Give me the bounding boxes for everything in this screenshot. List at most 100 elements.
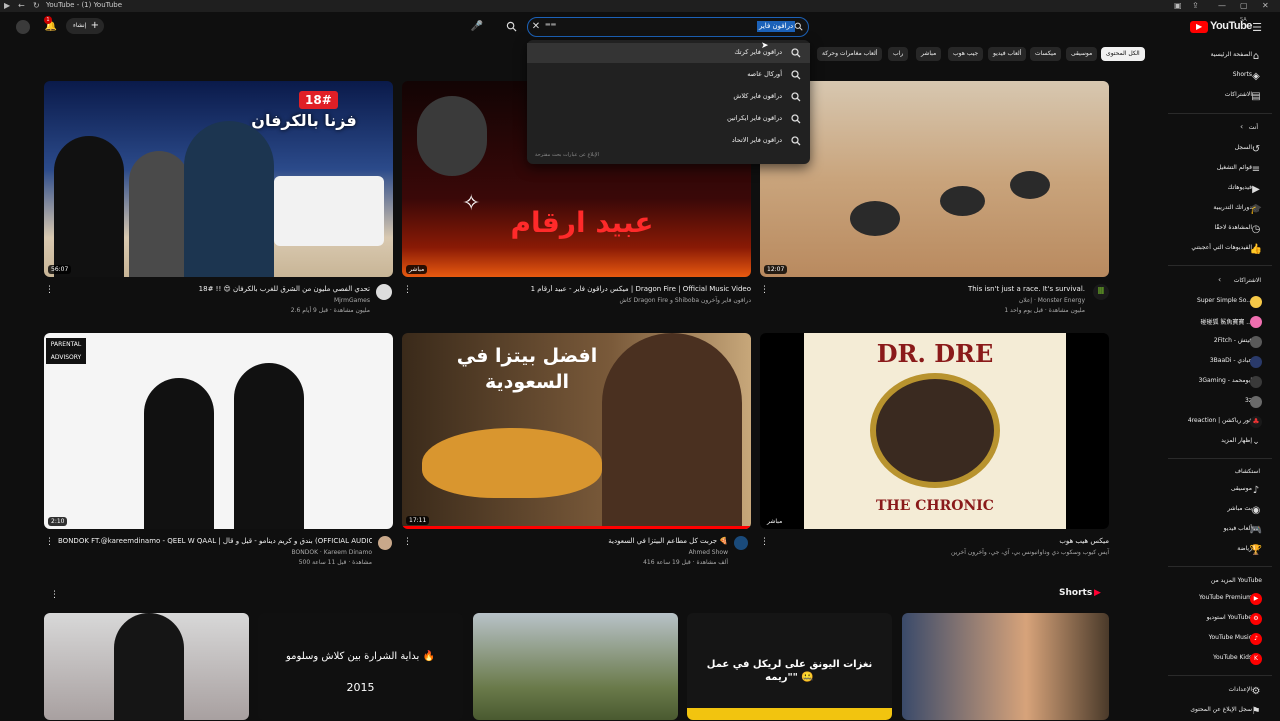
short-thumbnail[interactable]: بداية الشرارة بين كلاش وسلومو 🔥 2015 — [258, 613, 463, 720]
video-title[interactable]: ميكس دراقون فاير - عبيد أرقام 1 | Dragon… — [416, 285, 751, 293]
account-avatar[interactable] — [16, 20, 30, 34]
sidebar-item-subscriptions[interactable]: الاشتراكات ▤ — [1160, 86, 1280, 106]
channel-name[interactable]: كاش Dragon Fire و Shiboba دراقون فاير وآ… — [416, 297, 751, 304]
report-suggestions-link[interactable]: الإبلاغ عن عبارات بحث مقترحة — [535, 152, 599, 158]
sidebar-show-more[interactable]: إظهار المزيد ⌄ — [1160, 432, 1280, 452]
more-actions-icon[interactable]: ⋮ — [403, 285, 412, 295]
video-thumbnail[interactable]: DR. DRE THE CHRONIC مباشر — [760, 333, 1109, 529]
channel-avatar[interactable] — [378, 536, 392, 550]
back-icon[interactable]: ← — [18, 1, 25, 11]
more-actions-icon[interactable]: ⋮ — [45, 285, 54, 295]
maximize-icon[interactable]: ▢ — [1240, 1, 1248, 11]
sidebar-item-music[interactable]: موسيقى ♪ — [1160, 480, 1280, 500]
channel-name[interactable]: آيس كيوب وسكوب دي وداوانبونس بي، آي، جي،… — [775, 549, 1109, 556]
suggestion-item[interactable]: دراقون فاير ايكراتين — [527, 109, 810, 129]
sidebar-item-sports[interactable]: رياضة 🏆 — [1160, 540, 1280, 560]
sidebar-item-label: قوائم التشغيل — [1216, 164, 1252, 171]
thumb-caption: عبيد ارقام — [510, 206, 654, 239]
channel-avatar[interactable]: Ⅲ — [1093, 284, 1109, 300]
extension-icon[interactable]: ▣ — [1174, 1, 1182, 11]
channel-name[interactable]: BONDOK · Kareem Dinamo — [58, 549, 372, 556]
shorts-more-icon[interactable]: ⋮ — [50, 590, 59, 600]
short-thumbnail[interactable] — [902, 613, 1109, 720]
sidebar-item-your-videos[interactable]: فيديوهاتك ▶ — [1160, 179, 1280, 199]
suggestion-text: دراقون فاير كرتك — [734, 48, 782, 56]
close-window-icon[interactable]: ✕ — [1262, 1, 1269, 11]
suggestion-item[interactable]: أوركال عاصه — [527, 65, 810, 85]
short-thumbnail[interactable]: نغزات اليونق على لريكل في عمل "ريمه" 🤐 — [687, 613, 892, 720]
sidebar-item-gaming[interactable]: ألعاب فيديو 🎮 — [1160, 520, 1280, 540]
channel-avatar[interactable] — [734, 536, 748, 550]
channel-name[interactable]: MjrmGames — [60, 297, 370, 304]
sidebar-item-home[interactable]: الصفحة الرئيسية ⌂ — [1160, 46, 1280, 66]
video-thumbnail[interactable]: افضل بيتزا في السعودية 17:11 — [402, 333, 751, 529]
minimize-icon[interactable]: — — [1218, 1, 1226, 11]
chip-mixes[interactable]: ميكسات — [1030, 47, 1062, 61]
suggestion-item[interactable]: دراقون فاير الاتحاد — [527, 131, 810, 151]
share-icon[interactable]: ⇪ — [1192, 1, 1199, 11]
sidebar-item-channel[interactable]: 3BaaDi - عبادي — [1160, 352, 1280, 372]
sidebar-item-watch-later[interactable]: المشاهدة لاحقًا ◷ — [1160, 219, 1280, 239]
create-button[interactable]: إنشاء + — [66, 18, 104, 34]
video-title[interactable]: تحدي الفصي مليون من الشرق للغرب بالكرفان… — [60, 285, 370, 293]
channel-name[interactable]: إعلان · Monster Energy — [775, 297, 1085, 304]
album-title-text: THE CHRONIC — [876, 498, 994, 514]
more-actions-icon[interactable]: ⋮ — [45, 537, 54, 547]
plus-icon: + — [90, 20, 99, 31]
voice-search-icon[interactable]: 🎤 — [470, 19, 484, 33]
sidebar-item-courses[interactable]: دوراتك التدريبية 🎓 — [1160, 199, 1280, 219]
channel-name[interactable]: Ahmed Show — [416, 549, 728, 556]
menu-icon[interactable]: ☰ — [1250, 20, 1264, 34]
sidebar-item-playlists[interactable]: قوائم التشغيل ≡ — [1160, 159, 1280, 179]
search-field-icon[interactable] — [792, 20, 804, 32]
chip-rap[interactable]: راب — [888, 47, 909, 61]
sidebar-subscriptions-header[interactable]: الاشتراكات — [1234, 277, 1261, 284]
sidebar-item-history[interactable]: السجل ↺ — [1160, 139, 1280, 159]
sidebar-item-report-history[interactable]: سجل الإبلاغ عن المحتوى ⚑ — [1160, 701, 1280, 721]
suggestion-item[interactable]: دراقون فاير كلاش — [527, 87, 810, 107]
chip-action-games[interactable]: ألعاب مغامرات وحركة — [817, 47, 883, 61]
search-icon[interactable] — [504, 19, 518, 33]
sidebar-you-header[interactable]: أنت — [1249, 124, 1258, 131]
sidebar-item-kids[interactable]: YouTube Kids K — [1160, 649, 1280, 669]
chip-hiphop[interactable]: جيب هوب — [948, 47, 984, 61]
video-thumbnail[interactable]: PARENTAL ADVISORY 2:10 — [44, 333, 393, 529]
person-illustration — [54, 136, 124, 277]
chip-games[interactable]: ألعاب فيديو — [988, 47, 1027, 61]
sidebar-item-channel[interactable]: 3z — [1160, 392, 1280, 412]
live-badge: مباشر — [406, 265, 428, 274]
sidebar-item-live[interactable]: بث مباشر ◉ — [1160, 500, 1280, 520]
more-actions-icon[interactable]: ⋮ — [760, 285, 769, 295]
video-thumbnail[interactable]: 12:07 — [760, 81, 1109, 277]
video-title[interactable]: ميكس هيب هوب — [775, 537, 1109, 545]
short-thumbnail[interactable] — [44, 613, 249, 720]
short-thumbnail[interactable] — [473, 613, 678, 720]
sidebar-item-settings[interactable]: الإعدادات ⚙ — [1160, 681, 1280, 701]
youtube-premium-icon: ▶ — [1250, 593, 1262, 605]
sidebar-item-premium[interactable]: YouTube Premium ▶ — [1160, 589, 1280, 609]
youtube-logo-icon[interactable]: ▶ — [1190, 21, 1208, 33]
video-title[interactable]: BONDOK FT.@kareemdinamo - QEEL W QAAL | … — [58, 537, 372, 545]
sidebar-item-channel[interactable]: 3Gaming - ابومحمد — [1160, 372, 1280, 392]
sidebar-item-music-app[interactable]: YouTube Music ♪ — [1160, 629, 1280, 649]
more-actions-icon[interactable]: ⋮ — [760, 537, 769, 547]
video-title[interactable]: جربت كل مطاعم البيتزا في السعودية 🍕 — [416, 537, 728, 545]
sidebar-item-channel[interactable]: 碰碰狐 鯊魚寶寶 ... — [1160, 312, 1280, 332]
sidebar-item-channel[interactable]: 4reaction | فور رياكشن ♣ — [1160, 412, 1280, 432]
video-title[interactable]: This isn't just a race. It's survival. — [775, 285, 1085, 293]
chip-music[interactable]: موسيقى — [1066, 47, 1098, 61]
sidebar-item-channel[interactable]: Super Simple So... — [1160, 292, 1280, 312]
album-artist-text: DR. DRE — [876, 339, 994, 368]
chip-all[interactable]: الكل المحتوى — [1101, 47, 1145, 61]
clear-search-icon[interactable]: ✕ — [530, 20, 542, 32]
reload-icon[interactable]: ↻ — [33, 1, 40, 11]
chip-live[interactable]: مباشر — [916, 47, 942, 61]
sidebar-item-channel[interactable]: 2Fitch - فيتش — [1160, 332, 1280, 352]
sidebar-item-label: 碰碰狐 鯊魚寶寶 ... — [1200, 319, 1252, 326]
sidebar-item-studio[interactable]: استوديو YouTube ⚙ — [1160, 609, 1280, 629]
video-thumbnail[interactable]: 18# فزنا بالكرفان 56:07 — [44, 81, 393, 277]
sidebar-item-liked-videos[interactable]: الفيديوهات التي أعجبتني 👍 — [1160, 239, 1280, 259]
more-actions-icon[interactable]: ⋮ — [403, 537, 412, 547]
sidebar-item-shorts[interactable]: Shorts ◈ — [1160, 66, 1280, 86]
channel-avatar[interactable] — [376, 284, 392, 300]
